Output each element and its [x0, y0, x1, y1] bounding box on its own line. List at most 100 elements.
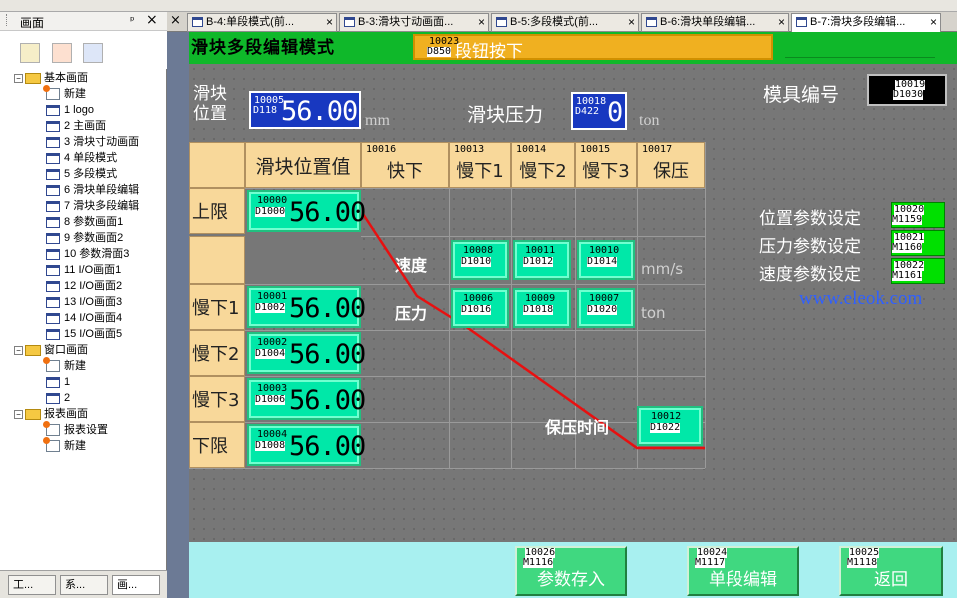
press-field[interactable]: 10009 D1018 [513, 288, 571, 328]
tree-item[interactable]: 13 I/O画面3 [46, 294, 122, 310]
position-value-field[interactable]: 10001 D1002 56.00 [247, 286, 366, 328]
tree-item[interactable]: 8 参数画面1 [46, 214, 123, 230]
tree-label: 11 I/O画面1 [64, 264, 122, 276]
open-screen-icon[interactable] [20, 43, 40, 63]
speed-field[interactable]: 10008 D1010 [451, 240, 509, 280]
tree-item[interactable]: 10 参数滑面3 [46, 246, 129, 262]
tree-item[interactable]: 1 [46, 374, 70, 390]
collapse-icon[interactable]: − [14, 345, 23, 355]
tree-label: 3 滑块寸动画面 [64, 136, 140, 148]
tab-b3[interactable]: B-3:滑块寸动画面... × [339, 13, 489, 32]
position-value-field[interactable]: 10004 D1008 56.00 [247, 424, 366, 466]
position-value-field[interactable]: 10003 D1006 56.00 [247, 378, 366, 420]
column-label: 慢下1 [456, 161, 504, 182]
tree-folder[interactable]: − 报表画面 [14, 406, 88, 422]
tab-close-icon[interactable]: × [930, 14, 937, 31]
param-label: 速度参数设定 [759, 265, 861, 285]
screen-icon [46, 104, 60, 116]
tab-b7[interactable]: B-7:滑块多段编辑... × [791, 13, 941, 33]
mold-field[interactable]: 10019 D1030 [867, 74, 947, 106]
column-header: 10014 慢下2 [511, 142, 575, 188]
tree-item[interactable]: 9 参数画面2 [46, 230, 123, 246]
tree-item[interactable]: 新建 [43, 357, 86, 374]
hold-time-field[interactable]: 10012 D1022 [637, 406, 703, 446]
speed-field[interactable]: 10011 D1012 [513, 240, 571, 280]
tree-item[interactable]: 4 单段模式 [46, 150, 117, 166]
tree-item[interactable]: 12 I/O画面2 [46, 278, 122, 294]
screen-icon [46, 296, 60, 308]
tree-label: 1 [64, 376, 71, 388]
tree-item[interactable]: 6 滑块单段编辑 [46, 182, 139, 198]
field-tag: 10007 [589, 293, 620, 304]
bottom-tab-screens[interactable]: 画... [112, 575, 160, 595]
folder-icon [25, 344, 41, 356]
tab-close-icon[interactable]: × [326, 14, 333, 31]
tree-label: 13 I/O画面3 [64, 296, 123, 308]
tree-item[interactable]: 3 滑块寸动画面 [46, 134, 139, 150]
tree-label: 窗口画面 [44, 344, 88, 356]
position-value: 56.00 [289, 293, 366, 324]
tree-label: 6 滑块单段编辑 [64, 184, 140, 196]
tree-item[interactable]: 新建 [43, 437, 86, 454]
param-toggle-button[interactable]: 10020 M1159 [891, 202, 945, 228]
tab-close-icon[interactable]: × [628, 14, 635, 31]
speed-field[interactable]: 10010 D1014 [577, 240, 635, 280]
tree-item[interactable]: 7 滑块多段编辑 [46, 198, 139, 214]
field-tag: 10012 [651, 411, 682, 422]
column-tag: 10013 [454, 144, 485, 155]
return-button[interactable]: 10025 M1118 返回 [839, 546, 943, 596]
panel-close-button[interactable]: × [146, 12, 158, 28]
single-edit-button[interactable]: 10024 M1117 单段编辑 [687, 546, 799, 596]
tree-item[interactable]: 2 主画面 [46, 118, 106, 134]
press-field[interactable]: 10006 D1016 [451, 288, 509, 328]
delete-screen-icon[interactable] [52, 43, 72, 63]
tab-b6[interactable]: B-6:滑块单段编辑... × [641, 13, 789, 32]
tree-item[interactable]: 11 I/O画面1 [46, 262, 121, 278]
tree-item[interactable]: 15 I/O画面5 [46, 326, 122, 342]
screen-icon [46, 136, 60, 148]
tree-item[interactable]: 1 logo [46, 102, 94, 118]
tree-label: 12 I/O画面2 [64, 280, 123, 292]
tree-label: 14 I/O画面4 [64, 312, 123, 324]
canvas-ruler [167, 32, 189, 598]
tree-item[interactable]: 报表设置 [43, 421, 108, 438]
row-label: 上限 [192, 202, 228, 223]
tab-close-icon[interactable]: × [778, 14, 785, 31]
close-all-icon[interactable]: × [170, 13, 181, 28]
param-toggle-button[interactable]: 10021 M1160 [891, 230, 945, 256]
position-value-field[interactable]: 10000 D1000 56.00 [247, 190, 366, 232]
collapse-icon[interactable]: − [14, 73, 23, 83]
position-value-field[interactable]: 10002 D1004 56.00 [247, 332, 366, 374]
tree-item[interactable]: 2 [46, 390, 70, 406]
screen-icon [646, 17, 657, 27]
field-reg: M1159 [892, 214, 923, 225]
tab-b4[interactable]: B-4:单段模式(前... × [187, 13, 337, 32]
tree-label: 新建 [64, 440, 86, 452]
screen-icon [46, 232, 60, 244]
tab-b5[interactable]: B-5:多段模式(前... × [491, 13, 639, 32]
tree-folder[interactable]: − 基本画面 [14, 70, 88, 86]
tree-label: 1 logo [64, 104, 94, 116]
tab-close-icon[interactable]: × [478, 14, 485, 31]
tree-folder[interactable]: − 窗口画面 [14, 342, 88, 358]
screen-icon [496, 17, 507, 27]
tree-item[interactable]: 新建 [43, 85, 86, 102]
bottom-tab-system[interactable]: 系... [60, 575, 108, 595]
field-tag: 10010 [589, 245, 620, 256]
field-reg: D1020 [587, 304, 618, 315]
param-toggle-button[interactable]: 10022 M1161 [891, 258, 945, 284]
pin-icon[interactable]: ᵖ [130, 14, 135, 27]
field-reg: D1000 [255, 206, 286, 217]
button-reg: M1118 [847, 557, 878, 568]
tree-label: 4 单段模式 [64, 152, 118, 164]
save-params-button[interactable]: 10026 M1116 参数存入 [515, 546, 627, 596]
properties-screen-icon[interactable] [83, 43, 103, 63]
tree-item[interactable]: 14 I/O画面4 [46, 310, 122, 326]
bottom-tab-project[interactable]: 工... [8, 575, 56, 595]
collapse-icon[interactable]: − [14, 409, 23, 419]
screen-tree: − 基本画面 新建 1 logo 2 主画面 3 滑块寸动画面 4 单段模式 5 多段模式 6 … [0, 70, 167, 570]
tree-item[interactable]: 5 多段模式 [46, 166, 117, 182]
field-reg: D1022 [650, 422, 681, 433]
tree-label: 15 I/O画面5 [64, 328, 123, 340]
press-field[interactable]: 10007 D1020 [577, 288, 635, 328]
